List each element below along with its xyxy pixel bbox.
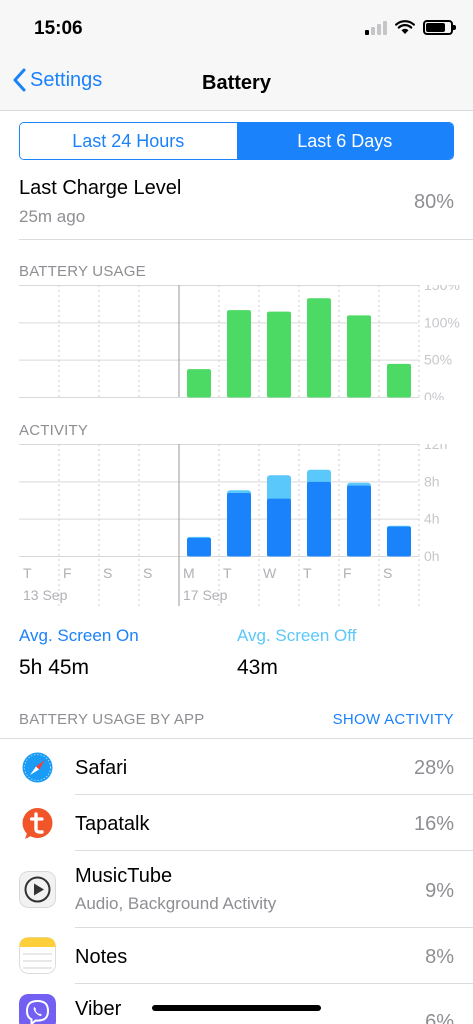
segment-last-6-days[interactable]: Last 6 Days — [236, 123, 453, 159]
app-name: MusicTube — [75, 865, 173, 887]
usage-bar — [307, 298, 331, 398]
screen-on-label: Avg. Screen On — [19, 626, 139, 645]
x-tick-label: T — [303, 565, 312, 581]
musictube-icon — [19, 871, 56, 908]
app-percent: 16% — [413, 813, 454, 835]
screen-off-label: Avg. Screen Off — [237, 626, 357, 645]
x-tick-label: F — [63, 565, 72, 581]
battery-status-icon — [423, 20, 456, 35]
screen-off-bar — [267, 475, 291, 502]
last-charge-value: 80% — [413, 191, 454, 213]
screen-on-bar — [267, 498, 291, 557]
screen-off-summary: Avg. Screen Off 43m — [237, 626, 356, 680]
date-label: 13 Sep — [23, 587, 68, 603]
screen-off-value: 43m — [237, 656, 278, 679]
screen-on-summary: Avg. Screen On 5h 45m — [19, 626, 139, 680]
app-name: Viber — [75, 998, 122, 1020]
x-tick-label: S — [143, 565, 152, 581]
tapatalk-icon — [19, 805, 56, 842]
screen-on-bar — [227, 493, 251, 557]
activity-label: ACTIVITY — [19, 422, 89, 439]
app-row-viber[interactable]: Viber 6% — [0, 984, 473, 1024]
app-subtitle: Audio, Background Activity — [75, 894, 277, 913]
x-tick-label: T — [223, 565, 232, 581]
show-activity-button[interactable]: SHOW ACTIVITY — [333, 711, 454, 728]
usage-bar — [387, 363, 411, 398]
usage-bar — [227, 310, 251, 398]
safari-icon — [19, 749, 56, 786]
apps-section-header: BATTERY USAGE BY APP SHOW ACTIVITY — [19, 711, 454, 733]
app-percent: 28% — [413, 757, 454, 779]
app-row-safari[interactable]: Safari 28% — [0, 739, 473, 795]
app-name: Notes — [75, 946, 128, 968]
navigation-bar: Settings Battery — [0, 56, 473, 111]
status-time: 15:06 — [34, 18, 83, 39]
status-icons — [365, 20, 456, 35]
x-tick-label: M — [183, 565, 195, 581]
notes-icon — [19, 937, 56, 974]
y-tick-label: 8h — [424, 473, 440, 489]
y-tick-label: 4h — [424, 511, 440, 527]
x-tick-label: W — [263, 565, 277, 581]
screen-on-value: 5h 45m — [19, 656, 90, 679]
app-usage-list: Safari 28% Tapatalk 16% MusicTube Audio,… — [0, 738, 473, 1024]
status-bar: 15:06 — [0, 0, 473, 56]
viber-icon — [19, 994, 56, 1024]
usage-bar — [267, 311, 291, 398]
last-charge-time: 25m ago — [19, 207, 86, 226]
app-name: Tapatalk — [75, 813, 150, 835]
divider — [19, 239, 473, 240]
segment-last-24-hours[interactable]: Last 24 Hours — [20, 123, 237, 159]
screen-on-bar — [307, 481, 331, 557]
y-tick-label: 0% — [424, 389, 444, 400]
screen-on-bar — [347, 485, 371, 557]
activity-chart: 12h 8h 4h 0h T F S S M T W T F S 13 Sep 17 Sep — [19, 444, 473, 608]
y-tick-label: 0h — [424, 548, 440, 564]
apps-section-label: BATTERY USAGE BY APP — [19, 711, 205, 728]
app-row-tapatalk[interactable]: Tapatalk 16% — [0, 795, 473, 851]
battery-usage-label: BATTERY USAGE — [19, 263, 146, 280]
app-row-musictube[interactable]: MusicTube Audio, Background Activity 9% — [0, 851, 473, 928]
y-tick-label: 12h — [424, 444, 447, 452]
app-percent: 6% — [425, 1011, 454, 1024]
y-tick-label: 100% — [424, 314, 460, 330]
time-range-segmented-control: Last 24 Hours Last 6 Days — [19, 122, 454, 160]
app-name: Safari — [75, 757, 128, 779]
y-tick-label: 150% — [424, 285, 460, 293]
last-charge-title: Last Charge Level — [19, 177, 182, 199]
app-percent: 8% — [425, 946, 454, 968]
y-tick-label: 50% — [424, 352, 452, 368]
app-percent: 9% — [425, 880, 454, 902]
last-charge-row: Last Charge Level 25m ago 80% — [19, 175, 454, 239]
app-row-notes[interactable]: Notes 8% — [0, 928, 473, 984]
x-tick-label: S — [383, 565, 392, 581]
date-label: 17 Sep — [183, 587, 228, 603]
x-tick-label: T — [23, 565, 32, 581]
home-indicator[interactable] — [152, 1005, 321, 1011]
usage-bar — [347, 315, 371, 398]
screen-on-bar — [387, 526, 411, 557]
page-title: Battery — [202, 72, 271, 94]
usage-bar — [187, 369, 211, 398]
cellular-signal-icon — [365, 20, 387, 35]
wifi-icon — [395, 20, 415, 34]
battery-usage-chart: 150% 100% 50% 0% — [19, 285, 473, 400]
x-tick-label: S — [103, 565, 112, 581]
x-tick-label: F — [343, 565, 352, 581]
screen-on-bar — [187, 537, 211, 557]
